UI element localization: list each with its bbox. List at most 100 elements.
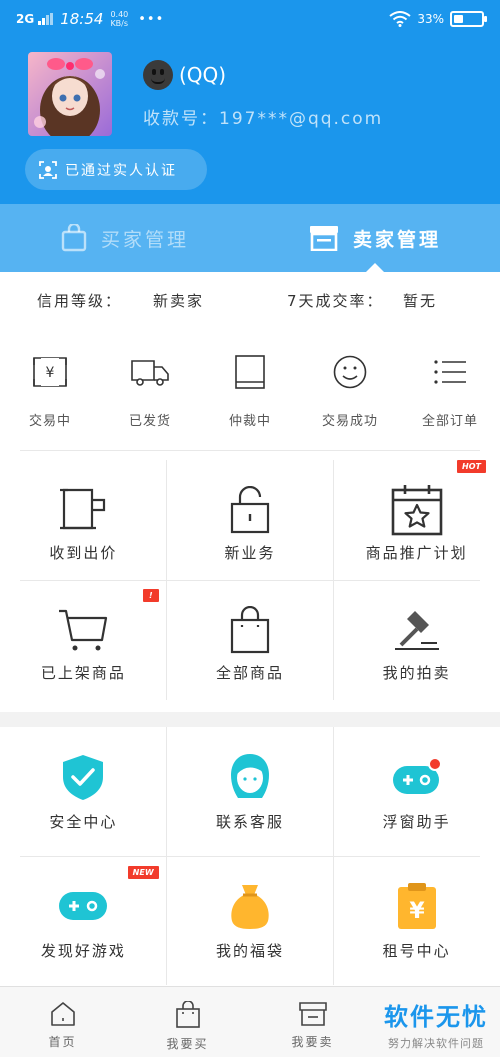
nav-home[interactable]: 首页	[0, 987, 125, 1057]
tool-listed-goods-label: 已上架商品	[40, 664, 126, 682]
calendar-star-icon	[387, 484, 447, 536]
list-icon	[430, 352, 470, 392]
smile-icon	[330, 352, 370, 392]
service-floating-assistant[interactable]: 浮窗助手	[333, 727, 500, 856]
nav-buy[interactable]: 我要买	[125, 987, 250, 1057]
payment-account: 收款号：197***@qq.com	[143, 109, 384, 129]
lock-icon	[220, 484, 280, 536]
order-shipped[interactable]: 已发货	[100, 352, 200, 450]
divider	[20, 450, 480, 451]
verified-label: 已通过实人认证	[65, 162, 177, 179]
nickname: (QQ)	[179, 63, 227, 87]
rent-clipboard-icon: ¥	[387, 880, 447, 932]
hot-badge: HOT	[457, 460, 486, 473]
service-lucky-bag-label: 我的福袋	[215, 942, 284, 960]
order-success[interactable]: 交易成功	[300, 352, 400, 450]
service-discover-games-label: 发现好游戏	[40, 942, 126, 960]
tool-received-bids[interactable]: 收到出价	[0, 460, 167, 580]
service-customer-support-label: 联系客服	[215, 813, 284, 831]
gamepad-icon	[53, 880, 113, 932]
smiley-avatar-icon	[143, 60, 173, 90]
tool-my-auction-label: 我的拍卖	[382, 664, 451, 682]
verified-badge-button[interactable]: 已通过实人认证	[25, 149, 207, 190]
credit-label: 信用等级：	[37, 292, 123, 310]
nav-home-label: 首页	[48, 1035, 77, 1049]
new-badge: NEW	[127, 866, 159, 879]
svg-text:¥: ¥	[46, 365, 55, 381]
services-panel: 安全中心 联系客服 浮窗助手 NEW 发现好游戏 我的福袋 ¥ 租号中心	[0, 727, 500, 986]
service-rent-center[interactable]: ¥ 租号中心	[333, 856, 500, 985]
gamepad-dot-icon	[387, 751, 447, 803]
tool-promotion-plan[interactable]: HOT 商品推广计划	[333, 460, 500, 580]
battery-percent: 33%	[417, 12, 444, 26]
service-security-center[interactable]: 安全中心	[0, 727, 167, 856]
credit-value: 新卖家	[153, 292, 205, 310]
cart-icon	[53, 604, 113, 656]
bag-icon	[220, 604, 280, 656]
tool-new-business[interactable]: 新业务	[167, 460, 334, 580]
shield-check-icon	[53, 751, 113, 803]
order-shipped-label: 已发货	[128, 414, 171, 429]
tool-new-business-label: 新业务	[224, 544, 276, 562]
order-trading-label: 交易中	[28, 414, 71, 429]
svg-text:¥: ¥	[409, 899, 425, 924]
tool-my-auction[interactable]: 我的拍卖	[333, 580, 500, 700]
nav-sell[interactable]: 我要卖	[250, 987, 375, 1057]
home-icon	[50, 1002, 75, 1026]
nav-buy-label: 我要买	[166, 1037, 209, 1051]
nickname-row: (QQ)	[143, 60, 226, 90]
order-all-label: 全部订单	[421, 414, 478, 429]
battery-icon	[450, 11, 487, 27]
lucky-bag-icon	[220, 880, 280, 932]
truck-icon	[130, 352, 170, 392]
service-security-center-label: 安全中心	[49, 813, 118, 831]
divider	[20, 580, 480, 581]
avatar[interactable]	[28, 52, 112, 136]
watermark: 软件无忧 努力解决软件问题	[384, 997, 488, 1051]
profile-header: (QQ) 收款号：197***@qq.com 已通过实人认证	[0, 38, 500, 204]
watermark-subtitle: 努力解决软件问题	[388, 1037, 484, 1050]
tool-listed-goods[interactable]: ! 已上架商品	[0, 580, 167, 700]
service-rent-center-label: 租号中心	[382, 942, 451, 960]
service-floating-assistant-label: 浮窗助手	[382, 813, 451, 831]
watermark-title: 软件无忧	[384, 1003, 488, 1031]
yen-receipt-icon: ¥	[30, 352, 70, 392]
seller-panel: 信用等级： 新卖家 7天成交率： 暂无 ¥ 交易中 已发货 仲裁中 交易成功 全…	[0, 272, 500, 712]
order-arbitration-label: 仲裁中	[228, 414, 271, 429]
tab-seller-label: 卖家管理	[352, 228, 441, 251]
store-icon	[309, 226, 338, 251]
signal-indicator: 2G	[16, 12, 35, 26]
gavel-icon	[387, 604, 447, 656]
nav-sell-label: 我要卖	[291, 1035, 334, 1049]
signal-bars-icon	[38, 13, 54, 25]
order-arbitration[interactable]: 仲裁中	[200, 352, 300, 450]
tab-buyer-management[interactable]: 买家管理	[0, 204, 250, 272]
alert-badge: !	[143, 589, 159, 602]
status-bar: 2G 18:54 0.40 KB/s ••• 33%	[0, 0, 500, 38]
wifi-icon	[389, 11, 411, 27]
book-icon	[230, 352, 270, 392]
bag-icon	[175, 1001, 200, 1028]
clock: 18:54	[60, 10, 104, 28]
service-customer-support[interactable]: 联系客服	[167, 727, 334, 856]
tool-all-goods[interactable]: 全部商品	[167, 580, 334, 700]
tab-seller-management[interactable]: 卖家管理	[250, 204, 500, 272]
divider	[20, 856, 480, 857]
order-trading[interactable]: ¥ 交易中	[0, 352, 100, 450]
shopping-bag-icon	[61, 224, 87, 252]
order-status-row: ¥ 交易中 已发货 仲裁中 交易成功 全部订单	[0, 352, 500, 450]
deal-rate-value: 暂无	[403, 292, 438, 310]
service-discover-games[interactable]: NEW 发现好游戏	[0, 856, 167, 985]
face-scan-icon	[39, 160, 57, 179]
order-success-label: 交易成功	[321, 414, 378, 429]
order-all[interactable]: 全部订单	[400, 352, 500, 450]
support-agent-icon	[220, 751, 280, 803]
service-lucky-bag[interactable]: 我的福袋	[167, 856, 334, 985]
more-notifications-icon: •••	[138, 11, 165, 27]
mug-icon	[53, 484, 113, 536]
network-speed: 0.40 KB/s	[110, 10, 129, 28]
tab-buyer-label: 买家管理	[100, 228, 189, 251]
tool-promotion-plan-label: 商品推广计划	[365, 544, 468, 562]
tool-received-bids-label: 收到出价	[49, 544, 118, 562]
store-icon	[298, 1002, 327, 1026]
